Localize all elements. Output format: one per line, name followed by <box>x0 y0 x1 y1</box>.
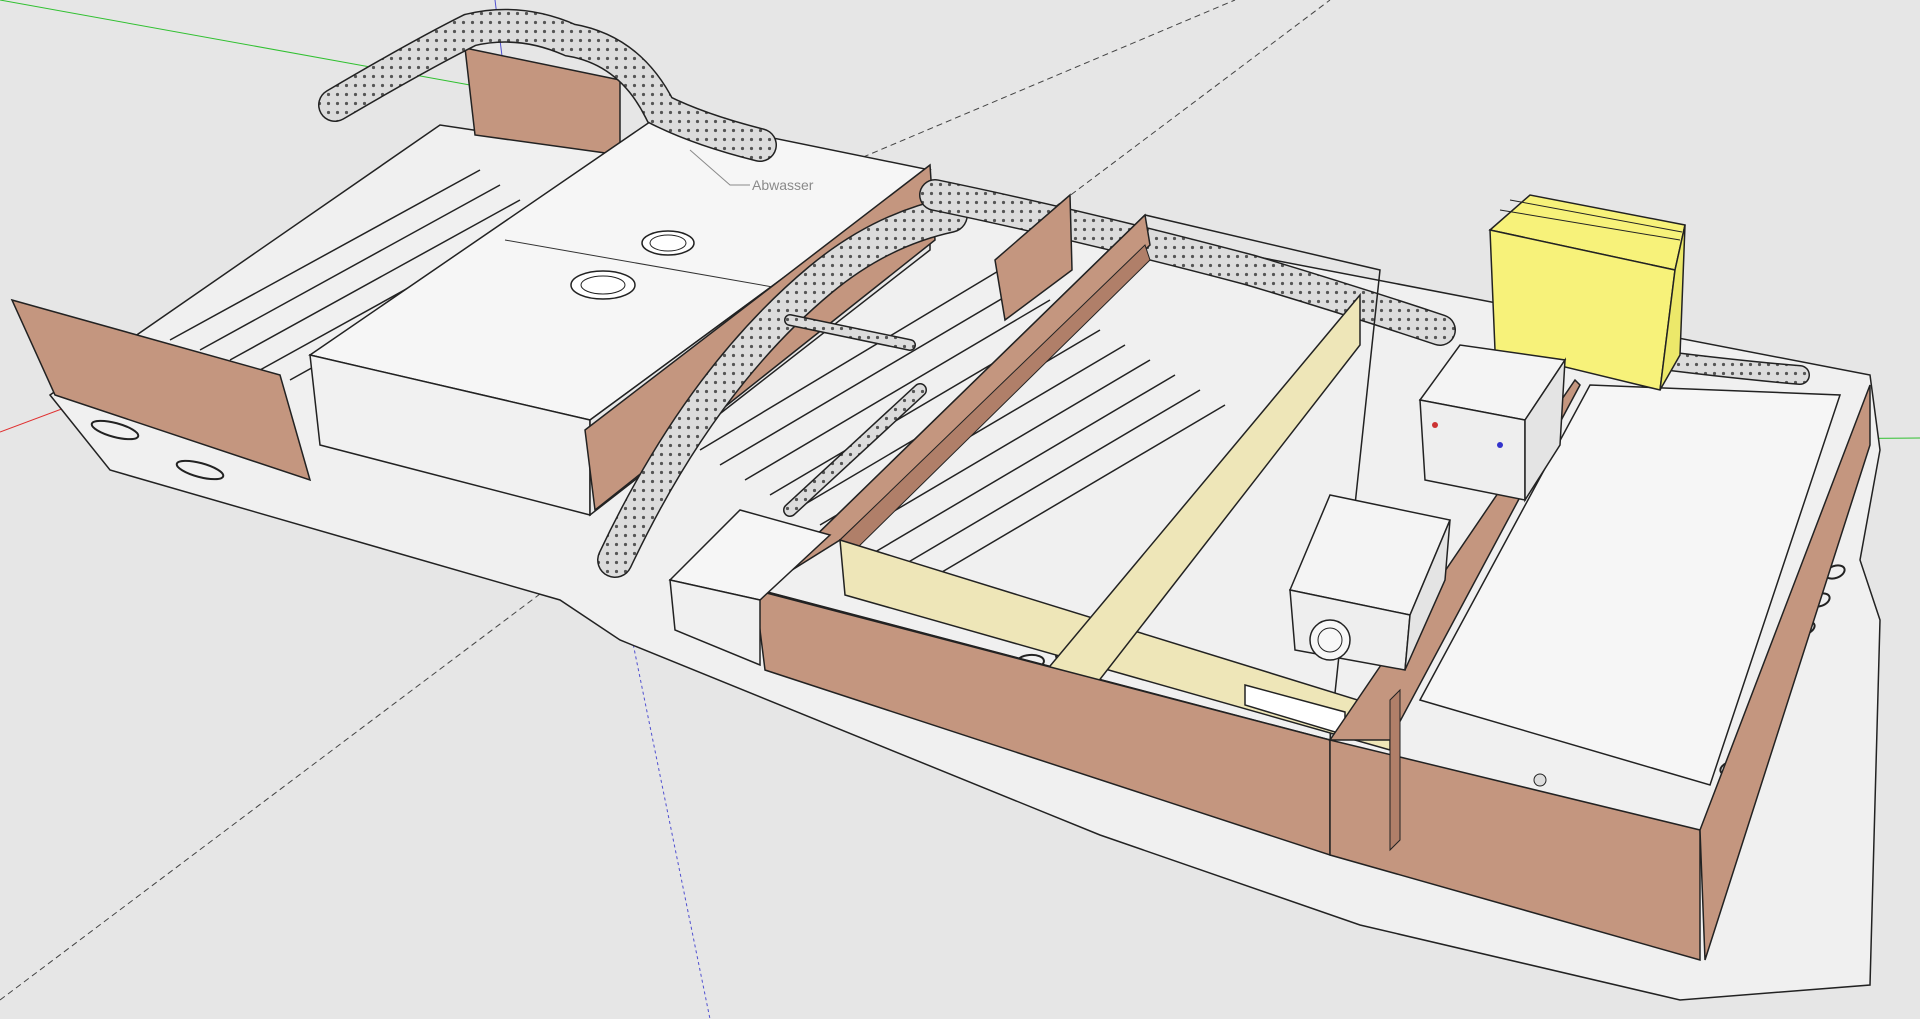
model-canvas[interactable]: Abwasser <box>0 0 1920 1019</box>
sketchup-3d-viewport[interactable]: Abwasser <box>0 0 1920 1019</box>
annotation-label: Abwasser <box>752 177 814 193</box>
